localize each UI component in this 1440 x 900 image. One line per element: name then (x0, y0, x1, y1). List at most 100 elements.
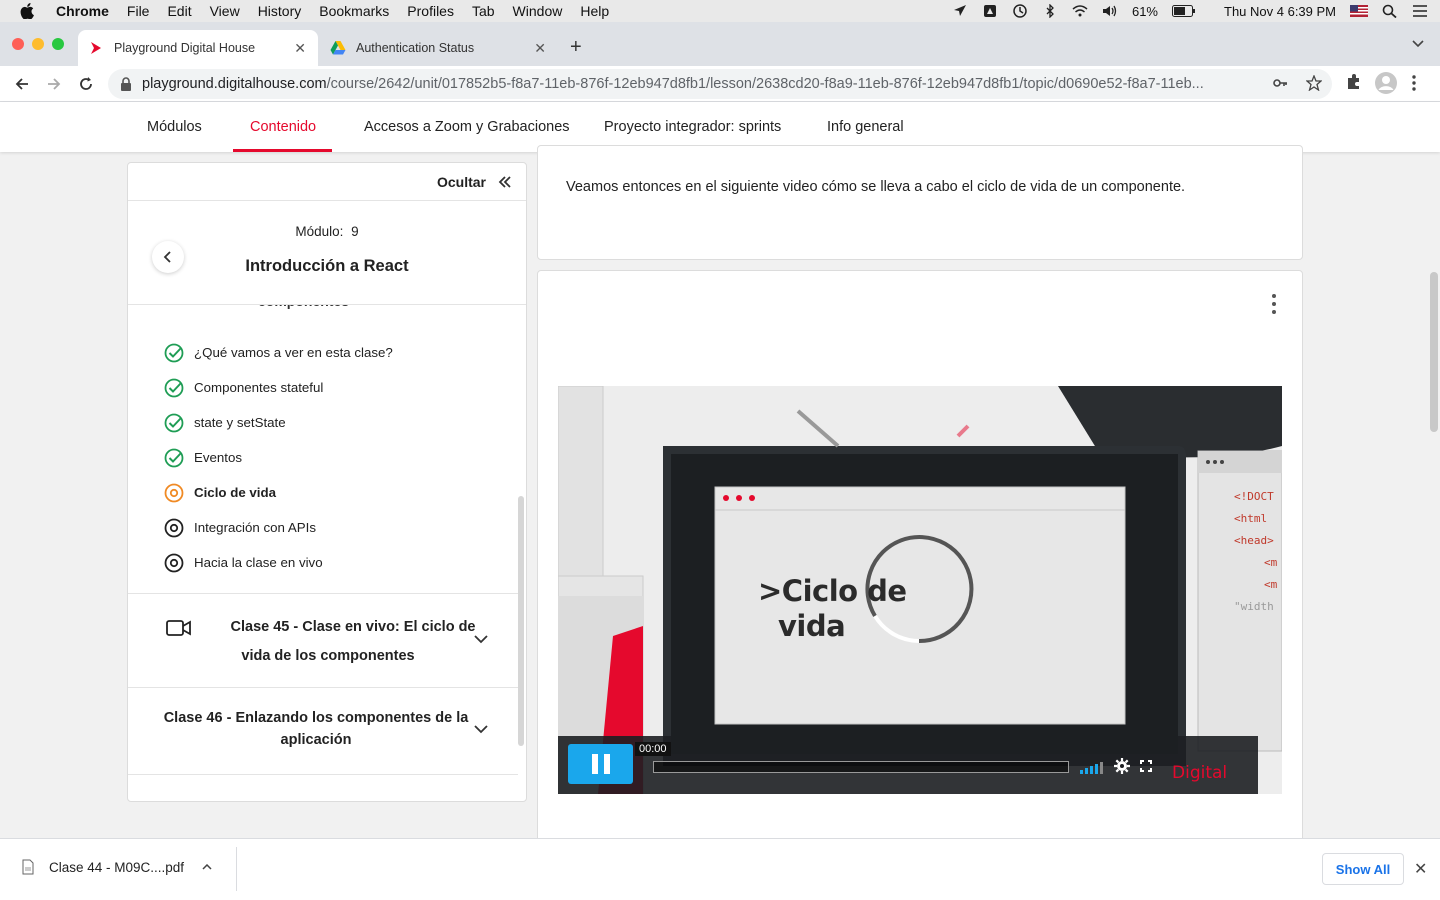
tab-close-icon[interactable]: ✕ (294, 40, 306, 57)
address-bar[interactable]: playground.digitalhouse.com/course/2642/… (108, 69, 1332, 99)
bluetooth-icon[interactable] (1042, 4, 1058, 18)
tab-title: Playground Digital House (114, 41, 256, 55)
nav-contenido[interactable]: Contenido (250, 102, 316, 152)
menu-history[interactable]: History (258, 3, 302, 19)
back-arrow-icon[interactable] (12, 74, 32, 94)
menu-view[interactable]: View (210, 3, 240, 19)
pause-button[interactable] (568, 744, 633, 784)
clase-46-accordion[interactable]: Clase 46 - Enlazando los componentes de … (128, 707, 518, 751)
profile-avatar[interactable] (1375, 72, 1397, 94)
video-camera-icon (166, 620, 191, 636)
lesson-item-current[interactable]: Ciclo de vida (164, 475, 494, 510)
time-machine-icon[interactable] (1012, 4, 1028, 18)
clase-45-accordion[interactable]: Clase 45 - Clase en vivo: El ciclo de vi… (128, 613, 518, 671)
video-title-overlay: >Ciclo de vida (758, 574, 907, 644)
lesson-item[interactable]: Integración con APIs (164, 510, 494, 545)
module-title: Introducción a React (245, 257, 409, 275)
module-number: 9 (351, 224, 359, 239)
menu-tab[interactable]: Tab (472, 3, 495, 19)
video-title-line2: vida (778, 609, 846, 643)
fullscreen-icon[interactable] (1140, 760, 1152, 772)
datetime[interactable]: Thu Nov 4 6:39 PM (1224, 4, 1336, 19)
tab-title: Authentication Status (356, 41, 475, 55)
menu-help[interactable]: Help (580, 3, 609, 19)
window-close-button[interactable] (12, 38, 24, 50)
menu-bookmarks[interactable]: Bookmarks (319, 3, 389, 19)
menu-profiles[interactable]: Profiles (407, 3, 454, 19)
hide-sidebar-label[interactable]: Ocultar (437, 174, 486, 190)
url-path: /course/2642/unit/017852b5-f8a7-11eb-876… (326, 76, 1204, 92)
volume-icon[interactable] (1102, 4, 1118, 18)
volume-bars-icon[interactable] (1080, 760, 1103, 774)
macos-menubar: Chrome File Edit View History Bookmarks … (0, 0, 1440, 22)
window-minimize-button[interactable] (32, 38, 44, 50)
control-center-icon[interactable] (1412, 4, 1428, 18)
video-title-line1: >Ciclo de (758, 574, 907, 608)
check-circle-icon (164, 413, 184, 432)
code-line: <head> (1234, 534, 1274, 547)
extensions-icon[interactable] (1345, 72, 1363, 90)
lesson-item[interactable]: Hacia la clase en vivo (164, 545, 494, 580)
lesson-label: ¿Qué vamos a ver en esta clase? (194, 345, 393, 360)
location-icon[interactable] (952, 4, 968, 18)
chrome-menu-icon[interactable] (1412, 75, 1416, 91)
tab-authentication-status[interactable]: Authentication Status ✕ (322, 30, 558, 66)
lock-icon[interactable] (120, 77, 132, 91)
new-tab-icon[interactable]: + (570, 36, 582, 59)
apple-icon[interactable] (20, 3, 38, 19)
page-scrollbar[interactable] (1430, 272, 1438, 432)
lesson-item[interactable]: state y setState (164, 405, 494, 440)
bookmark-star-icon[interactable] (1306, 75, 1322, 91)
video-progress-bar[interactable] (653, 761, 1069, 773)
drive-sync-icon[interactable] (982, 4, 998, 18)
menu-edit[interactable]: Edit (167, 3, 191, 19)
show-all-button[interactable]: Show All (1322, 853, 1404, 885)
digitalhouse-watermark: Digital (1172, 763, 1228, 783)
browser-toolbar: playground.digitalhouse.com/course/2642/… (0, 66, 1440, 102)
download-shelf: Clase 44 - M09C....pdf Show All ✕ (0, 838, 1440, 900)
lesson-label: Eventos (194, 450, 243, 465)
key-icon[interactable] (1272, 75, 1288, 91)
double-chevron-left-icon[interactable] (498, 175, 512, 189)
tab-playground[interactable]: Playground Digital House ✕ (78, 30, 318, 66)
input-source-flag-icon[interactable] (1350, 5, 1368, 17)
nav-modulos[interactable]: Módulos (147, 102, 202, 152)
clase-46-title-line1: Clase 46 - Enlazando los componentes de … (163, 710, 469, 726)
battery-icon[interactable] (1172, 5, 1196, 17)
wifi-icon[interactable] (1072, 4, 1088, 18)
lesson-item[interactable]: Componentes stateful (164, 370, 494, 405)
google-drive-favicon-icon (330, 41, 346, 55)
chevron-down-icon[interactable] (474, 635, 488, 644)
module-label: Módulo: (295, 224, 344, 239)
divider (128, 774, 518, 775)
download-item[interactable]: Clase 44 - M09C....pdf (22, 859, 212, 875)
current-lesson-target-icon (164, 483, 184, 502)
menu-file[interactable]: File (127, 3, 150, 19)
lesson-item[interactable]: ¿Qué vamos a ver en esta clase? (164, 335, 494, 370)
reload-icon[interactable] (76, 74, 96, 94)
menu-window[interactable]: Window (513, 3, 563, 19)
pending-lesson-target-icon (164, 553, 184, 572)
code-line: <html (1234, 512, 1268, 525)
tab-search-chevron-icon[interactable] (1412, 40, 1424, 48)
window-zoom-button[interactable] (52, 38, 64, 50)
settings-gear-icon[interactable] (1114, 758, 1130, 774)
lesson-item[interactable]: Eventos (164, 440, 494, 475)
spotlight-search-icon[interactable] (1382, 4, 1398, 18)
download-filename: Clase 44 - M09C....pdf (49, 859, 185, 875)
chevron-up-icon[interactable] (202, 864, 212, 870)
sidebar-scrollbar[interactable] (518, 496, 524, 746)
hide-sidebar-row[interactable]: Ocultar (128, 163, 526, 201)
close-download-shelf-icon[interactable]: ✕ (1414, 859, 1427, 879)
tab-close-icon[interactable]: ✕ (534, 40, 546, 57)
chevron-down-icon[interactable] (474, 725, 488, 734)
lesson-label: Componentes stateful (194, 380, 324, 395)
intro-paragraph: Veamos entonces en el siguiente video có… (566, 179, 1186, 195)
forward-arrow-icon[interactable] (44, 74, 64, 94)
browser-tabstrip: Playground Digital House ✕ Authenticatio… (0, 22, 1440, 66)
more-options-icon[interactable] (1270, 293, 1278, 315)
check-circle-icon (164, 378, 184, 397)
check-circle-icon (164, 343, 184, 362)
menu-chrome[interactable]: Chrome (56, 3, 109, 19)
video-player[interactable]: >Ciclo de vida <!DOCT <html <head> <m <m… (558, 386, 1282, 794)
